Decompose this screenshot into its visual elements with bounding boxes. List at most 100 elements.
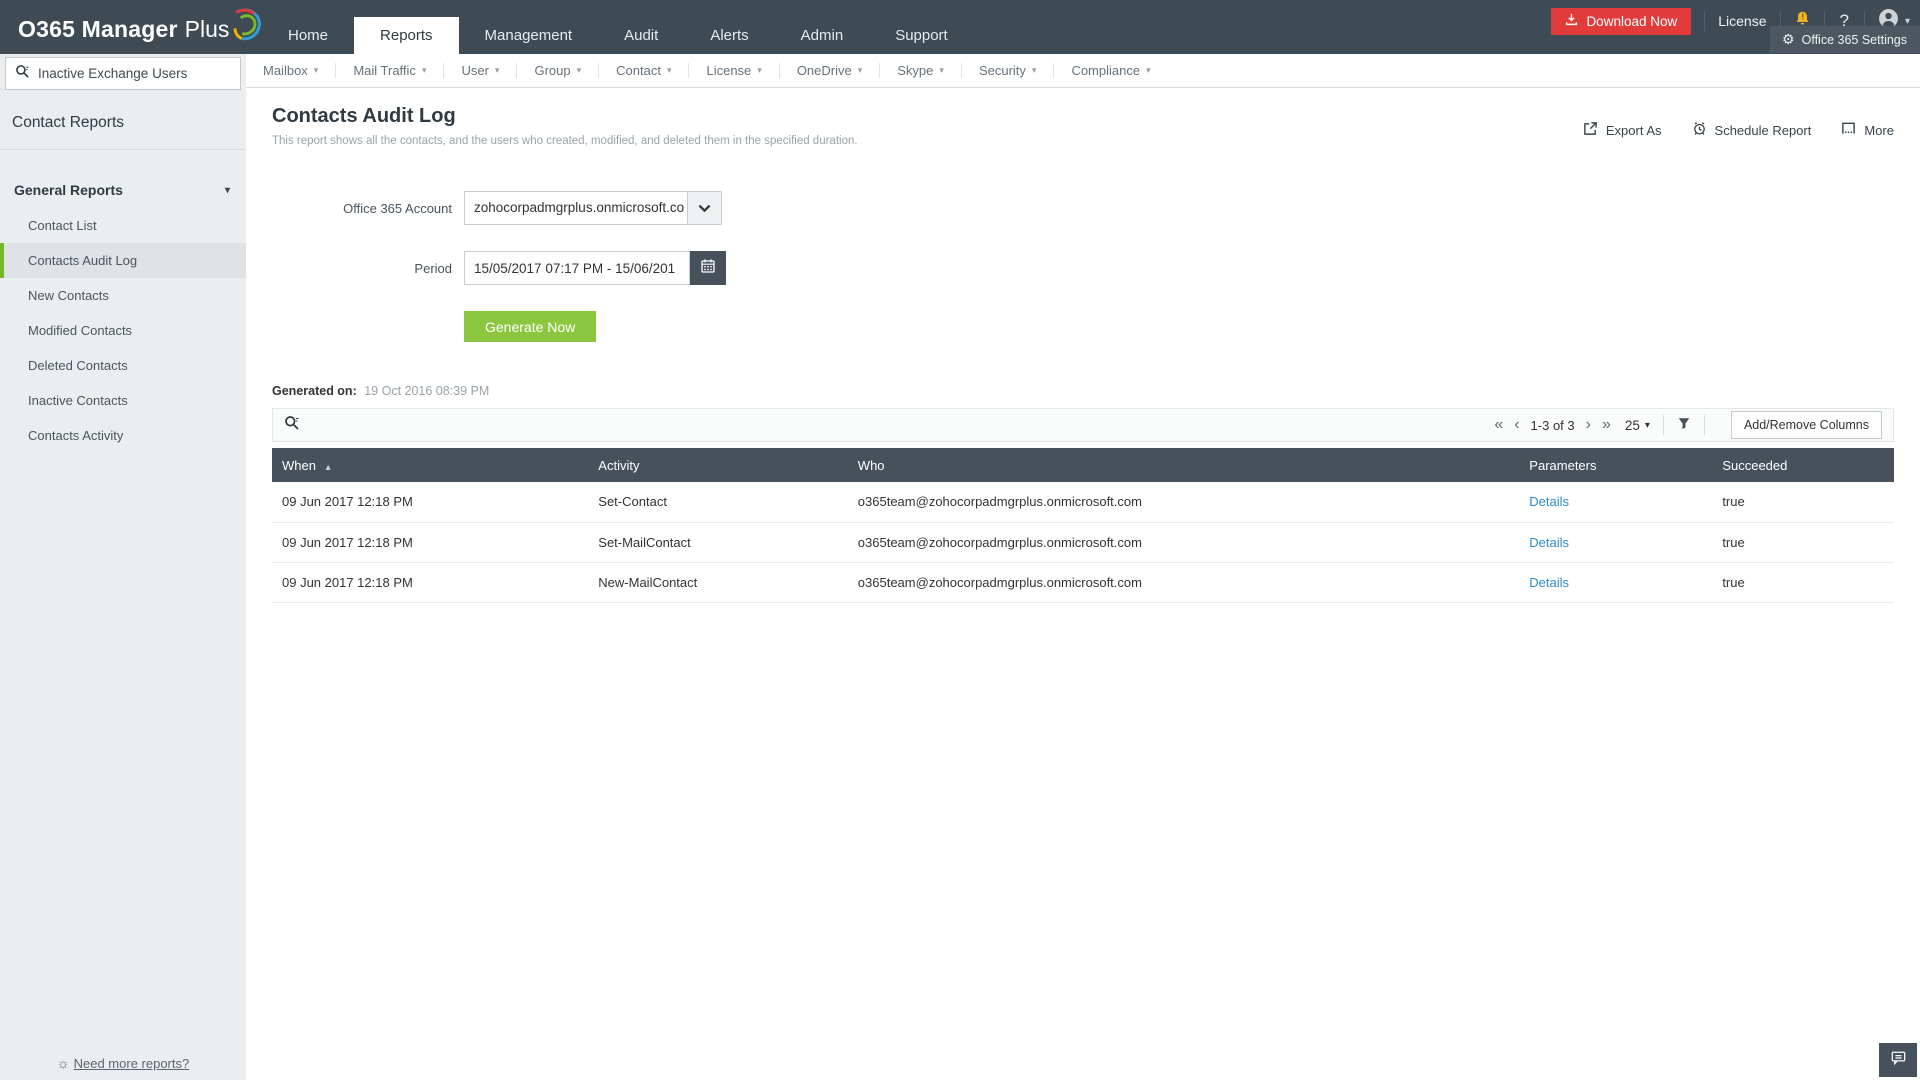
sidebar-item-contacts-activity[interactable]: Contacts Activity bbox=[0, 418, 246, 453]
tab-audit[interactable]: Audit bbox=[598, 17, 684, 54]
account-select-value: zohocorpadmgrplus.onmicrosoft.co bbox=[465, 192, 687, 224]
column-header-when[interactable]: When ▴ bbox=[272, 448, 588, 482]
tab-reports[interactable]: Reports bbox=[354, 17, 459, 54]
tab-support[interactable]: Support bbox=[869, 17, 974, 54]
export-icon bbox=[1583, 121, 1598, 139]
subnav-label: Contact bbox=[616, 63, 661, 78]
toolbar-divider bbox=[1663, 415, 1664, 435]
report-form: Office 365 Account zohocorpadmgrplus.onm… bbox=[272, 191, 1894, 342]
table-row: 09 Jun 2017 12:18 PM Set-Contact o365tea… bbox=[272, 482, 1894, 522]
pagination-last-icon[interactable]: » bbox=[1602, 417, 1611, 433]
table-toolbar: « ‹ 1-3 of 3 › » 25 ▾ Add/Remove Columns bbox=[272, 408, 1894, 442]
tab-alerts[interactable]: Alerts bbox=[684, 17, 774, 54]
subnav-mail-traffic[interactable]: Mail Traffic▾ bbox=[336, 54, 443, 88]
details-link[interactable]: Details bbox=[1529, 535, 1569, 550]
need-more-reports-link[interactable]: Need more reports? bbox=[74, 1056, 190, 1071]
sidebar-item-modified-contacts[interactable]: Modified Contacts bbox=[0, 313, 246, 348]
column-label: When bbox=[282, 458, 316, 473]
export-as-button[interactable]: Export As bbox=[1583, 121, 1662, 139]
account-select[interactable]: zohocorpadmgrplus.onmicrosoft.co bbox=[464, 191, 722, 225]
subnav-label: Compliance bbox=[1071, 63, 1140, 78]
group-title: General Reports bbox=[14, 182, 123, 198]
tab-management[interactable]: Management bbox=[459, 17, 599, 54]
main-content: Contacts Audit Log This report shows all… bbox=[246, 88, 1920, 1080]
sidebar-item-contact-list[interactable]: Contact List bbox=[0, 208, 246, 243]
cell-who: o365team@zohocorpadmgrplus.onmicrosoft.c… bbox=[848, 562, 1520, 602]
subnav-label: Security bbox=[979, 63, 1026, 78]
logo-text-bold: O365 Manager bbox=[18, 16, 178, 43]
details-link[interactable]: Details bbox=[1529, 575, 1569, 590]
subnav-mailbox[interactable]: Mailbox▾ bbox=[246, 54, 335, 88]
tab-home[interactable]: Home bbox=[262, 17, 354, 54]
app-logo: O365 Manager Plus bbox=[18, 11, 261, 48]
sidebar-item-inactive-contacts[interactable]: Inactive Contacts bbox=[0, 383, 246, 418]
report-search-input[interactable] bbox=[38, 66, 231, 81]
pagination-next-icon[interactable]: › bbox=[1586, 417, 1591, 433]
cell-succeeded: true bbox=[1712, 522, 1894, 562]
caret-down-icon: ▾ bbox=[757, 65, 762, 76]
chat-feedback-button[interactable] bbox=[1879, 1043, 1917, 1077]
chevron-down-icon[interactable] bbox=[687, 192, 721, 224]
period-input[interactable] bbox=[464, 251, 690, 285]
download-now-label: Download Now bbox=[1586, 14, 1677, 29]
pagination-prev-icon[interactable]: ‹ bbox=[1514, 417, 1519, 433]
more-icon bbox=[1841, 121, 1856, 139]
subnav-label: User bbox=[461, 63, 488, 78]
subnav-user[interactable]: User▾ bbox=[444, 54, 516, 88]
more-button[interactable]: More bbox=[1841, 121, 1894, 139]
column-header-who[interactable]: Who bbox=[848, 448, 1520, 482]
pagination-first-icon[interactable]: « bbox=[1494, 417, 1503, 433]
generated-on-label: Generated on: bbox=[272, 384, 357, 398]
sidebar: Contact Reports General Reports ▾ Contac… bbox=[0, 54, 246, 1080]
generate-now-button[interactable]: Generate Now bbox=[464, 311, 596, 342]
audit-log-table: When ▴ Activity Who Parameters Succeeded… bbox=[272, 448, 1894, 603]
sidebar-group-general-reports[interactable]: General Reports ▾ bbox=[0, 172, 246, 208]
schedule-report-button[interactable]: Schedule Report bbox=[1692, 121, 1812, 139]
export-as-label: Export As bbox=[1606, 123, 1662, 138]
details-link[interactable]: Details bbox=[1529, 494, 1569, 509]
license-link[interactable]: License bbox=[1718, 13, 1766, 29]
sidebar-footer: ☼ Need more reports? bbox=[0, 1055, 246, 1071]
reports-subnav: Mailbox▾ Mail Traffic▾ User▾ Group▾ Cont… bbox=[246, 54, 1920, 88]
subnav-compliance[interactable]: Compliance▾ bbox=[1054, 54, 1167, 88]
filter-button[interactable] bbox=[1677, 416, 1691, 435]
svg-text:!: ! bbox=[1801, 13, 1804, 22]
sidebar-item-deleted-contacts[interactable]: Deleted Contacts bbox=[0, 348, 246, 383]
subnav-security[interactable]: Security▾ bbox=[962, 54, 1054, 88]
sidebar-item-contacts-audit-log[interactable]: Contacts Audit Log bbox=[0, 243, 246, 278]
lightbulb-icon: ☼ bbox=[57, 1055, 70, 1071]
cell-who: o365team@zohocorpadmgrplus.onmicrosoft.c… bbox=[848, 482, 1520, 522]
cell-activity: Set-MailContact bbox=[588, 522, 848, 562]
pagination: « ‹ 1-3 of 3 › » bbox=[1494, 417, 1611, 433]
column-header-succeeded[interactable]: Succeeded bbox=[1712, 448, 1894, 482]
toolbar-divider bbox=[1704, 415, 1705, 435]
subnav-onedrive[interactable]: OneDrive▾ bbox=[780, 54, 879, 88]
column-header-activity[interactable]: Activity bbox=[588, 448, 848, 482]
caret-down-icon: ▾ bbox=[858, 65, 863, 76]
tab-admin[interactable]: Admin bbox=[775, 17, 870, 54]
header-divider bbox=[1704, 11, 1705, 31]
main-nav: Home Reports Management Audit Alerts Adm… bbox=[262, 17, 974, 54]
subnav-label: Mailbox bbox=[263, 63, 308, 78]
cell-succeeded: true bbox=[1712, 562, 1894, 602]
subnav-group[interactable]: Group▾ bbox=[517, 54, 598, 88]
download-now-button[interactable]: Download Now bbox=[1551, 8, 1691, 35]
table-search-icon[interactable] bbox=[284, 415, 300, 436]
page-size-select[interactable]: 25 ▾ bbox=[1625, 418, 1650, 433]
office365-settings-button[interactable]: ⚙ Office 365 Settings bbox=[1770, 26, 1920, 53]
add-remove-columns-button[interactable]: Add/Remove Columns bbox=[1731, 411, 1882, 439]
caret-down-icon: ▾ bbox=[939, 65, 944, 76]
caret-down-icon: ▾ bbox=[225, 185, 230, 196]
sidebar-section-title: Contact Reports bbox=[0, 90, 246, 150]
sidebar-item-new-contacts[interactable]: New Contacts bbox=[0, 278, 246, 313]
calendar-button[interactable] bbox=[690, 251, 726, 285]
pagination-count: 1-3 of 3 bbox=[1531, 418, 1575, 433]
column-header-parameters[interactable]: Parameters bbox=[1519, 448, 1712, 482]
subnav-license[interactable]: License▾ bbox=[689, 54, 778, 88]
generated-on: Generated on: 19 Oct 2016 08:39 PM bbox=[272, 384, 1894, 398]
table-row: 09 Jun 2017 12:18 PM Set-MailContact o36… bbox=[272, 522, 1894, 562]
caret-down-icon: ▾ bbox=[577, 65, 582, 76]
subnav-contact[interactable]: Contact▾ bbox=[599, 54, 688, 88]
subnav-skype[interactable]: Skype▾ bbox=[880, 54, 961, 88]
schedule-report-label: Schedule Report bbox=[1715, 123, 1812, 138]
